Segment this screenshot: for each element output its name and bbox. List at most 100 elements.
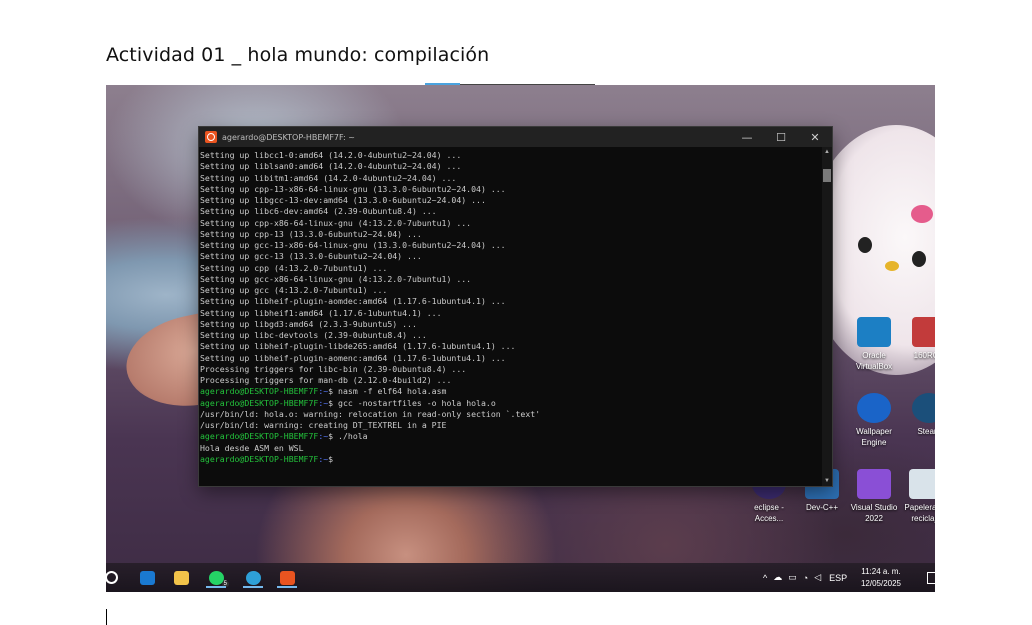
steam-icon	[912, 393, 935, 423]
recycle-bin-icon	[909, 469, 935, 499]
terminal-output-line: Setting up libc-devtools (2.39-0ubuntu8.…	[200, 330, 427, 340]
desktop-icon-label: Papelera de reciclaje	[904, 503, 935, 523]
shell-prompt: agerardo@DESKTOP-HBEMF7F	[200, 431, 319, 442]
text-cursor	[106, 609, 107, 625]
taskbar-ubuntu[interactable]	[274, 567, 300, 588]
scroll-thumb[interactable]	[823, 169, 831, 182]
language-indicator[interactable]: ESP	[829, 573, 847, 583]
terminal-output-line: /usr/bin/ld: hola.o: warning: relocation…	[200, 408, 541, 419]
zenkit-icon	[912, 317, 935, 347]
scroll-up-arrow[interactable]: ▲	[822, 147, 832, 157]
terminal-output-line: Setting up cpp-13-x86-64-linux-gnu (13.3…	[200, 183, 506, 194]
shell-command: $ gcc -nostartfiles -o hola hola.o	[328, 397, 496, 408]
shell-prompt: agerardo@DESKTOP-HBEMF7F	[200, 397, 319, 408]
terminal-output-line: Setting up libheif-plugin-libde265:amd64…	[200, 341, 516, 352]
terminal-output-line: Setting up cpp-x86-64-linux-gnu (4:13.2.…	[200, 217, 472, 228]
shell-command: $ nasm -f elf64 hola.asm	[328, 386, 447, 397]
terminal-output-line: Setting up gcc-x86-64-linux-gnu (4:13.2.…	[200, 273, 472, 284]
maximize-button[interactable]: ☐	[764, 127, 798, 147]
taskbar-edge[interactable]	[240, 567, 266, 588]
terminal-output-line: Setting up gcc-13-x86-64-linux-gnu (13.3…	[200, 240, 506, 250]
desktop-icon-steam[interactable]: Steam	[900, 393, 935, 437]
active-indicator	[277, 586, 297, 588]
plush-bow	[911, 205, 933, 223]
desktop-icon-zenkit[interactable]: 160RGB	[900, 317, 935, 361]
desktop-icon-oracle-virtualbox[interactable]: Oracle VirtualBox	[845, 317, 903, 372]
terminal-output[interactable]: Setting up libcc1-0:amd64 (14.2.0-4ubunt…	[199, 147, 822, 486]
terminal-output-line: Processing triggers for man-db (2.12.0-4…	[200, 375, 452, 385]
taskbar-file-explorer[interactable]	[168, 567, 194, 588]
folder-icon	[173, 570, 189, 585]
terminal-scrollbar[interactable]	[822, 147, 832, 486]
volume-icon[interactable]: ◁	[814, 572, 821, 583]
chevron-up-icon[interactable]: ^	[763, 573, 767, 583]
plush-nose	[885, 261, 899, 271]
terminal-window[interactable]: agerardo@DESKTOP-HBEMF7F: ~ — ☐ ✕ Settin…	[199, 127, 832, 486]
terminal-output-line: /usr/bin/ld: warning: creating DT_TEXTRE…	[200, 420, 447, 430]
shell-command: $	[328, 453, 334, 464]
desktop-icon-label: 160RGB	[913, 351, 935, 360]
terminal-output-line: Setting up libc6-dev:amd64 (2.39-0ubuntu…	[200, 206, 437, 217]
ubuntu-icon	[279, 570, 295, 585]
terminal-output-line: Setting up gcc-13 (13.3.0-6ubuntu2~24.04…	[200, 251, 422, 262]
desktop-icon-label: Dev-C++	[805, 503, 838, 512]
terminal-output-line: Setting up libgd3:amd64 (2.3.3-9ubuntu5)…	[200, 318, 417, 329]
desktop-icon-recycle-bin[interactable]: Papelera de reciclaje	[897, 469, 935, 524]
onedrive-icon[interactable]: ☁	[773, 572, 782, 583]
desktop-icon-visual-studio[interactable]: Visual Studio 2022	[845, 469, 903, 524]
system-tray: ^ ☁ ▭ ◔ ◁ ESP	[763, 563, 847, 592]
plush-eye-right	[912, 251, 926, 267]
active-indicator	[243, 586, 263, 588]
terminal-titlebar[interactable]: agerardo@DESKTOP-HBEMF7F: ~ — ☐ ✕	[199, 127, 832, 147]
desktop-icon-label: eclipse - Acces...	[754, 503, 784, 523]
terminal-output-line: Setting up libheif-plugin-aomdec:amd64 (…	[200, 296, 506, 307]
terminal-output-line: Setting up libheif-plugin-aomenc:amd64 (…	[200, 352, 506, 363]
document-title: Actividad 01 _ hola mundo: compilación	[106, 44, 490, 66]
desktop-icon-label: Wallpaper Engine	[856, 427, 892, 447]
shell-prompt: agerardo@DESKTOP-HBEMF7F	[200, 386, 319, 397]
desktop-icon-label: Visual Studio 2022	[850, 503, 898, 523]
desktop-icon-label: Oracle VirtualBox	[855, 351, 893, 371]
shell-path: :~	[318, 397, 329, 408]
battery-icon[interactable]: ▭	[788, 572, 797, 583]
terminal-output-line: Setting up cpp (4:13.2.0-7ubuntu1) ...	[200, 262, 388, 273]
search-icon	[106, 571, 118, 584]
clock-time: 11:24 a. m.	[861, 567, 901, 576]
desktop-icon-wallpaper-engine[interactable]: Wallpaper Engine	[845, 393, 903, 448]
taskbar-whatsapp[interactable]: 5	[203, 567, 229, 588]
wallpaper-engine-icon	[857, 393, 891, 423]
terminal-command-line: agerardo@DESKTOP-HBEMF7F:~$ nasm -f elf6…	[200, 386, 822, 397]
edge-icon	[245, 570, 261, 585]
terminal-output-line: Setting up libcc1-0:amd64 (14.2.0-4ubunt…	[200, 150, 462, 160]
shell-path: :~	[318, 453, 329, 464]
notification-icon[interactable]	[927, 572, 935, 584]
taskbar-search[interactable]	[106, 567, 124, 588]
terminal-output-line: Setting up libheif1:amd64 (1.17.6-1ubunt…	[200, 307, 442, 318]
terminal-title: agerardo@DESKTOP-HBEMF7F: ~	[222, 132, 355, 142]
desktop-icon-label: Steam	[917, 427, 935, 436]
terminal-output-line: Setting up libitm1:amd64 (14.2.0-4ubuntu…	[200, 172, 457, 183]
terminal-output-line: Hola desde ASM en WSL	[200, 442, 304, 453]
ubuntu-icon	[205, 131, 217, 143]
active-indicator	[206, 586, 226, 588]
shell-path: :~	[318, 431, 329, 442]
shell-command: $ ./hola	[328, 431, 368, 442]
terminal-command-line: agerardo@DESKTOP-HBEMF7F:~$ ./hola	[200, 431, 822, 442]
shell-prompt: agerardo@DESKTOP-HBEMF7F	[200, 453, 319, 464]
taskbar-outlook[interactable]	[134, 567, 160, 588]
clock[interactable]: 11:24 a. m. 12/05/2025	[861, 566, 901, 590]
embedded-screenshot: Oracle VirtualBox 160RGB Wallpaper Engin…	[106, 85, 935, 592]
virtualbox-icon	[857, 317, 891, 347]
minimize-button[interactable]: —	[730, 127, 764, 147]
visual-studio-icon	[857, 469, 891, 499]
terminal-output-line: Setting up cpp-13 (13.3.0-6ubuntu2~24.04…	[200, 228, 422, 239]
terminal-output-line: Setting up gcc (4:13.2.0-7ubuntu1) ...	[200, 285, 388, 295]
shell-path: :~	[318, 386, 329, 397]
scroll-down-arrow[interactable]: ▼	[822, 476, 832, 486]
terminal-output-line: Setting up liblsan0:amd64 (14.2.0-4ubunt…	[200, 161, 462, 172]
terminal-command-line: agerardo@DESKTOP-HBEMF7F:~$	[200, 454, 822, 465]
terminal-output-line: Processing triggers for libc-bin (2.39-0…	[200, 363, 467, 374]
terminal-output-line: Setting up libgcc-13-dev:amd64 (13.3.0-6…	[200, 195, 486, 205]
close-button[interactable]: ✕	[798, 127, 832, 147]
wifi-icon[interactable]: ◔	[803, 573, 808, 583]
